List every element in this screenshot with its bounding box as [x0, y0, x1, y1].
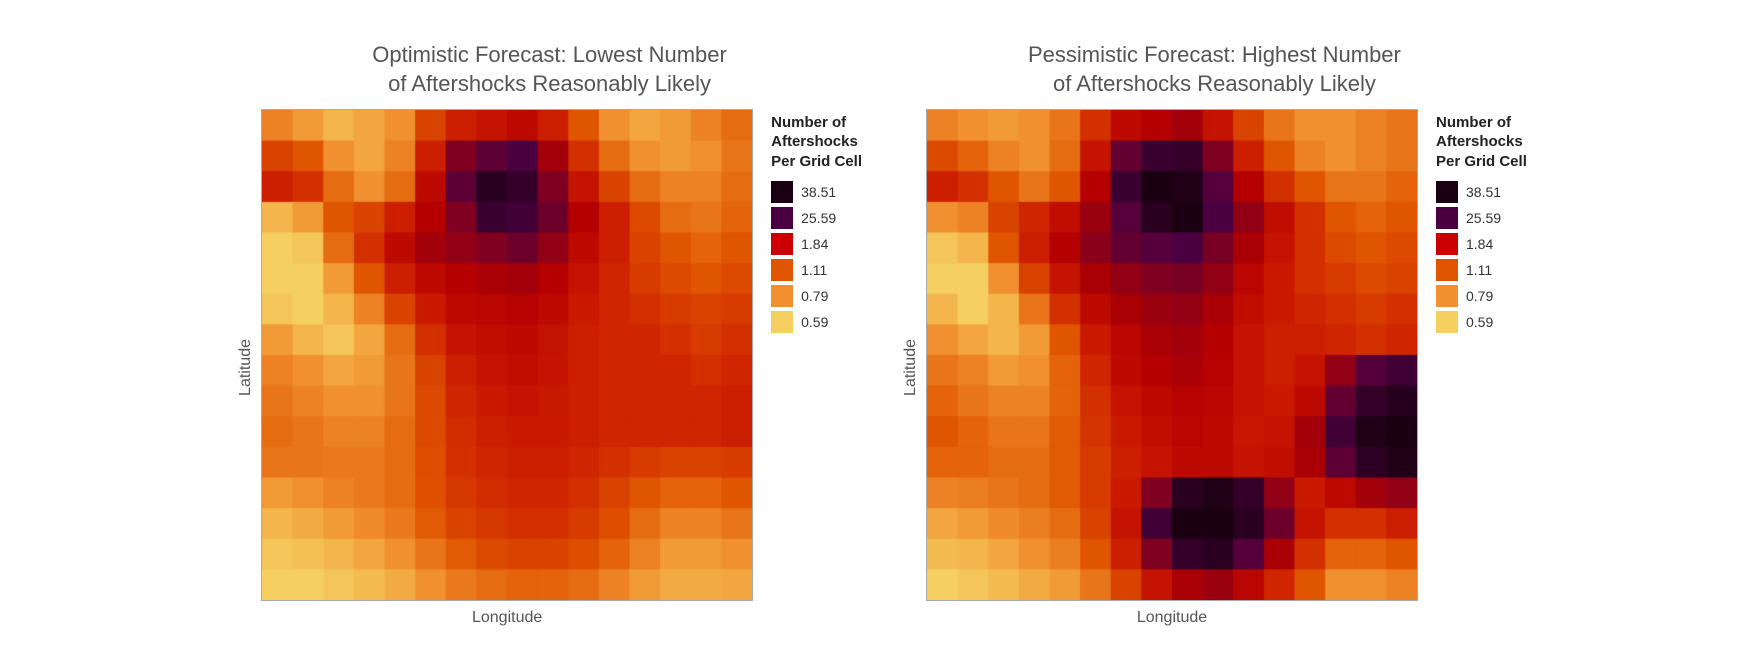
legend2-color-1	[1436, 181, 1458, 203]
legend2-value-4: 1.11	[1466, 262, 1492, 278]
legend2-item-2: 25.59	[1436, 207, 1527, 229]
legend-item-5: 0.79	[771, 285, 862, 307]
chart2-heatmap-container: Longitude	[926, 109, 1418, 627]
legend-item-6: 0.59	[771, 311, 862, 333]
chart2-with-legend: Latitude Longitude Number ofAftershocksP…	[902, 109, 1527, 627]
legend2-item-3: 1.84	[1436, 233, 1527, 255]
legend-item-4: 1.11	[771, 259, 862, 281]
legend-item-1: 38.51	[771, 181, 862, 203]
chart2-legend-title: Number ofAftershocksPer Grid Cell	[1436, 113, 1527, 172]
chart2-legend: Number ofAftershocksPer Grid Cell 38.51 …	[1436, 113, 1527, 334]
legend-item-3: 1.84	[771, 233, 862, 255]
chart2-ylabel: Latitude	[902, 339, 920, 396]
legend2-value-2: 25.59	[1466, 210, 1501, 226]
chart2-xlabel: Longitude	[926, 609, 1418, 627]
chart2-block: Pessimistic Forecast: Highest Numberof A…	[902, 41, 1527, 626]
chart2-with-yaxis: Latitude Longitude	[902, 109, 1418, 627]
legend2-value-5: 0.79	[1466, 288, 1493, 304]
chart1-title: Optimistic Forecast: Lowest Numberof Aft…	[372, 41, 727, 98]
chart1-xlabel: Longitude	[261, 609, 753, 627]
legend2-color-4	[1436, 259, 1458, 281]
chart2-canvas	[926, 109, 1418, 601]
legend-color-3	[771, 233, 793, 255]
legend2-color-6	[1436, 311, 1458, 333]
legend2-color-2	[1436, 207, 1458, 229]
chart1-legend-items: 38.51 25.59 1.84 1.11	[771, 181, 862, 333]
legend2-item-1: 38.51	[1436, 181, 1527, 203]
chart2-title: Pessimistic Forecast: Highest Numberof A…	[1028, 41, 1401, 98]
legend-color-6	[771, 311, 793, 333]
legend-color-1	[771, 181, 793, 203]
legend2-item-6: 0.59	[1436, 311, 1527, 333]
chart1-with-yaxis: Latitude Longitude	[237, 109, 753, 627]
legend2-color-3	[1436, 233, 1458, 255]
legend-color-2	[771, 207, 793, 229]
chart1-ylabel: Latitude	[237, 339, 255, 396]
charts-container: Optimistic Forecast: Lowest Numberof Aft…	[0, 21, 1764, 646]
legend-value-1: 38.51	[801, 184, 836, 200]
chart1-canvas	[261, 109, 753, 601]
legend2-value-6: 0.59	[1466, 314, 1493, 330]
legend2-color-5	[1436, 285, 1458, 307]
legend-color-5	[771, 285, 793, 307]
legend2-item-5: 0.79	[1436, 285, 1527, 307]
chart1-legend-title: Number ofAftershocksPer Grid Cell	[771, 113, 862, 172]
legend-value-4: 1.11	[801, 262, 827, 278]
legend-value-3: 1.84	[801, 236, 828, 252]
legend2-value-1: 38.51	[1466, 184, 1501, 200]
chart1-with-legend: Latitude Longitude Number ofAftershocksP…	[237, 109, 862, 627]
legend-value-6: 0.59	[801, 314, 828, 330]
legend-color-4	[771, 259, 793, 281]
legend-value-2: 25.59	[801, 210, 836, 226]
chart1-heatmap-container: Longitude	[261, 109, 753, 627]
legend-item-2: 25.59	[771, 207, 862, 229]
legend-value-5: 0.79	[801, 288, 828, 304]
chart2-legend-items: 38.51 25.59 1.84 1.11	[1436, 181, 1527, 333]
chart1-legend: Number ofAftershocksPer Grid Cell 38.51 …	[771, 113, 862, 334]
legend2-value-3: 1.84	[1466, 236, 1493, 252]
legend2-item-4: 1.11	[1436, 259, 1527, 281]
chart1-block: Optimistic Forecast: Lowest Numberof Aft…	[237, 41, 862, 626]
